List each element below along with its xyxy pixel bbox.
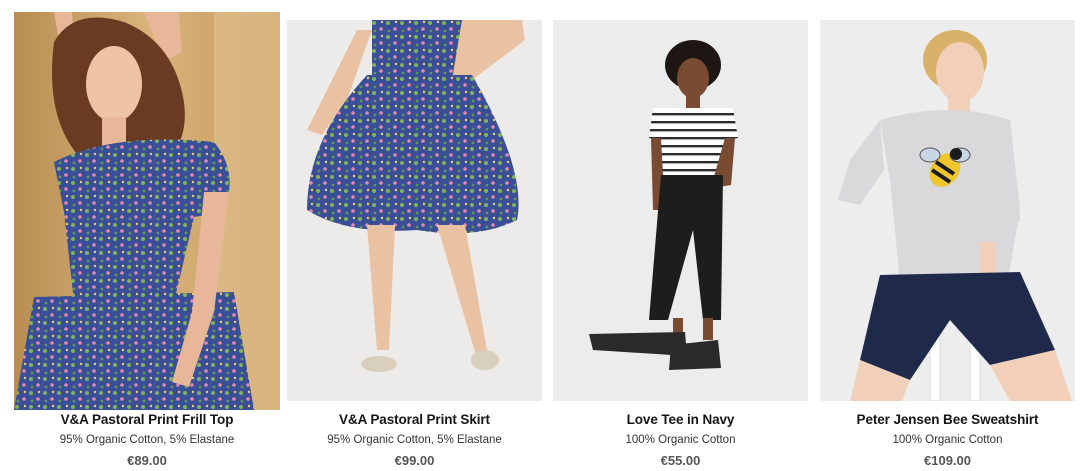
woman-in-floral-skirt-photo[interactable] bbox=[287, 20, 542, 401]
woman-in-bee-sweatshirt-photo[interactable] bbox=[820, 20, 1075, 401]
product-title[interactable]: Peter Jensen Bee Sweatshirt bbox=[820, 412, 1075, 427]
product-info: V&A Pastoral Print Skirt 95% Organic Cot… bbox=[287, 412, 542, 468]
product-title[interactable]: V&A Pastoral Print Skirt bbox=[287, 412, 542, 427]
woman-in-striped-tee-photo[interactable] bbox=[553, 20, 808, 401]
product-price: €55.00 bbox=[660, 453, 701, 468]
product-title[interactable]: Love Tee in Navy bbox=[553, 412, 808, 427]
product-card-frill-top[interactable]: V&A Pastoral Print Frill Top 95% Organic… bbox=[14, 0, 280, 471]
product-card-love-tee[interactable]: Love Tee in Navy 100% Organic Cotton €55… bbox=[553, 0, 808, 471]
product-material: 95% Organic Cotton, 5% Elastane bbox=[327, 434, 502, 446]
product-card-bee-sweatshirt[interactable]: Peter Jensen Bee Sweatshirt 100% Organic… bbox=[820, 0, 1075, 471]
product-material: 100% Organic Cotton bbox=[625, 434, 736, 446]
product-info: Love Tee in Navy 100% Organic Cotton €55… bbox=[553, 412, 808, 468]
product-info: V&A Pastoral Print Frill Top 95% Organic… bbox=[14, 412, 280, 468]
product-title[interactable]: V&A Pastoral Print Frill Top bbox=[14, 412, 280, 427]
product-price: €89.00 bbox=[127, 453, 167, 468]
woman-in-floral-frill-top-photo[interactable] bbox=[14, 12, 280, 410]
product-info: Peter Jensen Bee Sweatshirt 100% Organic… bbox=[820, 412, 1075, 468]
product-card-skirt[interactable]: V&A Pastoral Print Skirt 95% Organic Cot… bbox=[287, 0, 542, 471]
product-material: 100% Organic Cotton bbox=[892, 434, 1003, 446]
product-price: €99.00 bbox=[394, 453, 435, 468]
product-material: 95% Organic Cotton, 5% Elastane bbox=[59, 434, 235, 446]
product-price: €109.00 bbox=[924, 453, 971, 468]
